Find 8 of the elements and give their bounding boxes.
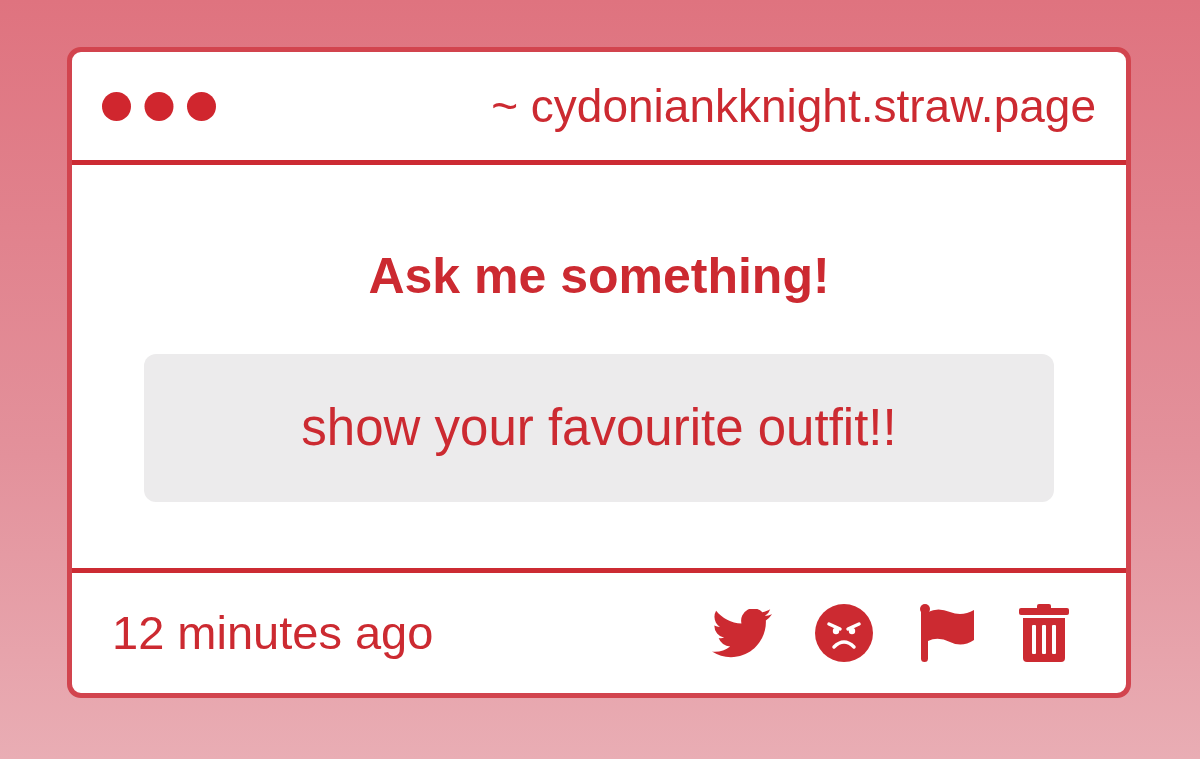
page-address: ~ cydoniankknight.straw.page [491, 80, 1096, 132]
trash-icon[interactable] [1019, 604, 1069, 662]
angry-face-icon[interactable] [815, 604, 873, 662]
window-dots-icon [102, 91, 216, 121]
prompt-title: Ask me something! [368, 248, 830, 304]
question-text: show your favourite outfit!! [301, 398, 897, 458]
bird-icon[interactable] [712, 608, 772, 658]
timestamp: 12 minutes ago [112, 605, 434, 660]
